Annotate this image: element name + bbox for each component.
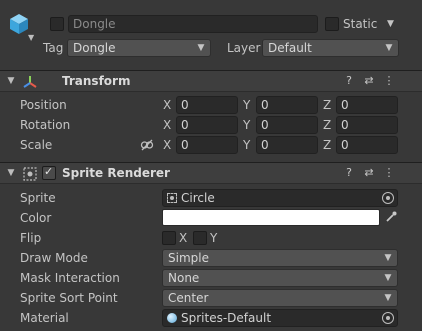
sprite-asset-icon xyxy=(167,193,177,203)
chevron-down-icon: ▼ xyxy=(384,273,392,283)
rotation-x-field[interactable]: 0 xyxy=(176,116,238,134)
material-label: Material xyxy=(20,311,69,325)
scale-x-field[interactable]: 0 xyxy=(176,136,238,154)
draw-mode-dropdown[interactable]: Simple ▼ xyxy=(162,249,398,267)
sprite-renderer-title: Sprite Renderer xyxy=(62,166,170,180)
position-x-field[interactable]: 0 xyxy=(176,96,238,114)
transform-title: Transform xyxy=(62,74,131,88)
object-name-field[interactable]: Dongle xyxy=(68,15,318,33)
material-sphere-icon xyxy=(167,313,177,323)
rotation-z-axis-label: Z xyxy=(323,118,332,132)
tag-label: Tag xyxy=(43,41,64,55)
scale-label: Scale xyxy=(20,138,53,152)
sprite-renderer-icon xyxy=(22,166,38,182)
rotation-x-axis-label: X xyxy=(163,118,172,132)
mask-interaction-label: Mask Interaction xyxy=(20,271,120,285)
sprite-renderer-header[interactable]: ▼ ✓ Sprite Renderer ? ⇄ ⋮ xyxy=(0,162,422,184)
object-icon-dropdown-arrow[interactable]: ▼ xyxy=(28,30,34,46)
flip-y-label: Y xyxy=(210,231,218,245)
eyedropper-icon[interactable] xyxy=(384,210,398,224)
sprite-sort-point-value: Center xyxy=(168,291,209,305)
cube-icon xyxy=(10,14,28,34)
position-label: Position xyxy=(20,98,67,112)
sprite-label: Sprite xyxy=(20,191,56,205)
sprite-renderer-enabled-checkbox[interactable]: ✓ xyxy=(42,165,56,180)
position-z-axis-label: Z xyxy=(323,98,332,112)
object-icon[interactable] xyxy=(8,12,30,36)
mask-interaction-dropdown[interactable]: None ▼ xyxy=(162,269,398,287)
tag-value: Dongle xyxy=(73,41,116,55)
transform-header[interactable]: ▼ Transform ? ⇄ ⋮ xyxy=(0,70,422,92)
mask-interaction-value: None xyxy=(168,271,200,285)
active-checkbox[interactable] xyxy=(50,17,64,31)
static-checkbox[interactable] xyxy=(325,17,339,31)
rotation-y-axis-label: Y xyxy=(243,118,251,132)
chevron-down-icon: ▼ xyxy=(197,43,205,53)
chevron-down-icon: ▼ xyxy=(385,43,393,53)
static-label: Static xyxy=(343,17,378,31)
layer-value: Default xyxy=(268,41,312,55)
material-value: Sprites-Default xyxy=(181,311,272,325)
help-icon[interactable]: ? xyxy=(342,166,356,180)
scale-y-field[interactable]: 0 xyxy=(256,136,318,154)
more-menu-icon[interactable]: ⋮ xyxy=(382,166,396,180)
foldout-arrow-icon[interactable]: ▼ xyxy=(6,163,16,183)
flip-y-checkbox[interactable] xyxy=(193,231,207,245)
scale-z-axis-label: Z xyxy=(323,138,332,152)
object-picker-icon[interactable] xyxy=(382,312,394,324)
color-label: Color xyxy=(20,211,52,225)
rotation-label: Rotation xyxy=(20,118,71,132)
more-menu-icon[interactable]: ⋮ xyxy=(382,74,396,88)
chevron-down-icon: ▼ xyxy=(384,253,392,263)
scale-z-field[interactable]: 0 xyxy=(336,136,398,154)
flip-x-label: X xyxy=(179,231,188,245)
object-picker-icon[interactable] xyxy=(382,192,394,204)
scale-y-axis-label: Y xyxy=(243,138,251,152)
layer-label: Layer xyxy=(227,41,261,55)
draw-mode-label: Draw Mode xyxy=(20,251,88,265)
sprite-object-field[interactable]: Circle xyxy=(162,189,398,207)
transform-axes-icon xyxy=(22,74,38,90)
presets-icon[interactable]: ⇄ xyxy=(362,166,376,180)
presets-icon[interactable]: ⇄ xyxy=(362,74,376,88)
rotation-z-field[interactable]: 0 xyxy=(336,116,398,134)
position-x-axis-label: X xyxy=(163,98,172,112)
sprite-value: Circle xyxy=(181,191,215,205)
color-swatch[interactable] xyxy=(162,209,380,226)
help-icon[interactable]: ? xyxy=(342,74,356,88)
position-y-axis-label: Y xyxy=(243,98,251,112)
chevron-down-icon: ▼ xyxy=(384,293,392,303)
foldout-arrow-icon[interactable]: ▼ xyxy=(6,71,16,91)
draw-mode-value: Simple xyxy=(168,251,209,265)
rotation-y-field[interactable]: 0 xyxy=(256,116,318,134)
material-object-field[interactable]: Sprites-Default xyxy=(162,309,398,327)
position-z-field[interactable]: 0 xyxy=(336,96,398,114)
sprite-sort-point-dropdown[interactable]: Center ▼ xyxy=(162,289,398,307)
constrain-proportions-icon[interactable] xyxy=(140,138,154,152)
tag-dropdown[interactable]: Dongle ▼ xyxy=(67,39,211,57)
static-dropdown-arrow[interactable]: ▼ xyxy=(387,16,394,32)
flip-label: Flip xyxy=(20,231,42,245)
sprite-sort-point-label: Sprite Sort Point xyxy=(20,291,118,305)
layer-dropdown[interactable]: Default ▼ xyxy=(262,39,399,57)
position-y-field[interactable]: 0 xyxy=(256,96,318,114)
flip-x-checkbox[interactable] xyxy=(162,231,176,245)
scale-x-axis-label: X xyxy=(163,138,172,152)
